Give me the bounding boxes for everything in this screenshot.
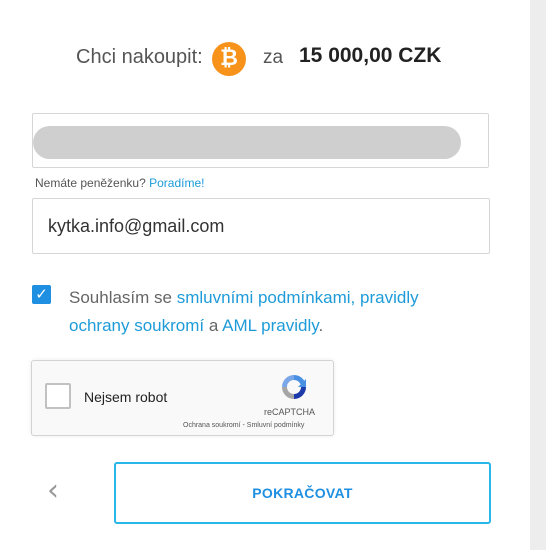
- wallet-help-link[interactable]: Poradíme!: [149, 176, 204, 190]
- recaptcha-logo-icon: [282, 375, 306, 399]
- recaptcha-widget: Nejsem robot reCAPTCHA Ochrana soukromí …: [31, 360, 334, 436]
- wallet-hint-text: Nemáte peněženku?: [35, 176, 146, 190]
- recaptcha-brand: reCAPTCHA: [264, 407, 316, 417]
- purchase-summary: Chci nakoupit: ₿ za 15 000,00 CZK: [0, 40, 530, 80]
- bitcoin-icon: ₿: [212, 42, 246, 76]
- wallet-hint: Nemáte peněženku? Poradíme!: [35, 176, 204, 190]
- side-scroll-strip: [530, 0, 546, 550]
- buy-label: Chci nakoupit:: [76, 46, 203, 68]
- chevron-left-icon: ‹: [47, 473, 59, 508]
- consent-checkbox[interactable]: ✓: [32, 285, 51, 304]
- continue-label: POKRAČOVAT: [252, 485, 353, 501]
- consent-suffix: .: [318, 316, 324, 335]
- terms-link[interactable]: smluvními podmínkami,: [177, 288, 356, 307]
- recaptcha-checkbox[interactable]: [45, 383, 71, 409]
- continue-button[interactable]: POKRAČOVAT: [114, 462, 491, 524]
- back-button[interactable]: ‹: [38, 476, 68, 506]
- consent-prefix: Souhlasím se: [69, 288, 172, 307]
- recaptcha-links[interactable]: Ochrana soukromí - Smluvní podmínky: [183, 422, 304, 429]
- consent-and: a: [208, 316, 219, 335]
- aml-link[interactable]: AML pravidly: [222, 316, 318, 335]
- consent-text: Souhlasím se smluvními podmínkami, pravi…: [69, 284, 479, 340]
- email-value: kytka.info@gmail.com: [48, 215, 225, 236]
- redacted-wallet-address: [33, 126, 461, 159]
- wallet-address-input[interactable]: [32, 113, 489, 168]
- connector-text: za: [263, 47, 284, 68]
- purchase-amount: 15 000,00 CZK: [299, 44, 442, 67]
- email-input[interactable]: kytka.info@gmail.com: [32, 198, 490, 254]
- recaptcha-label: Nejsem robot: [84, 389, 168, 405]
